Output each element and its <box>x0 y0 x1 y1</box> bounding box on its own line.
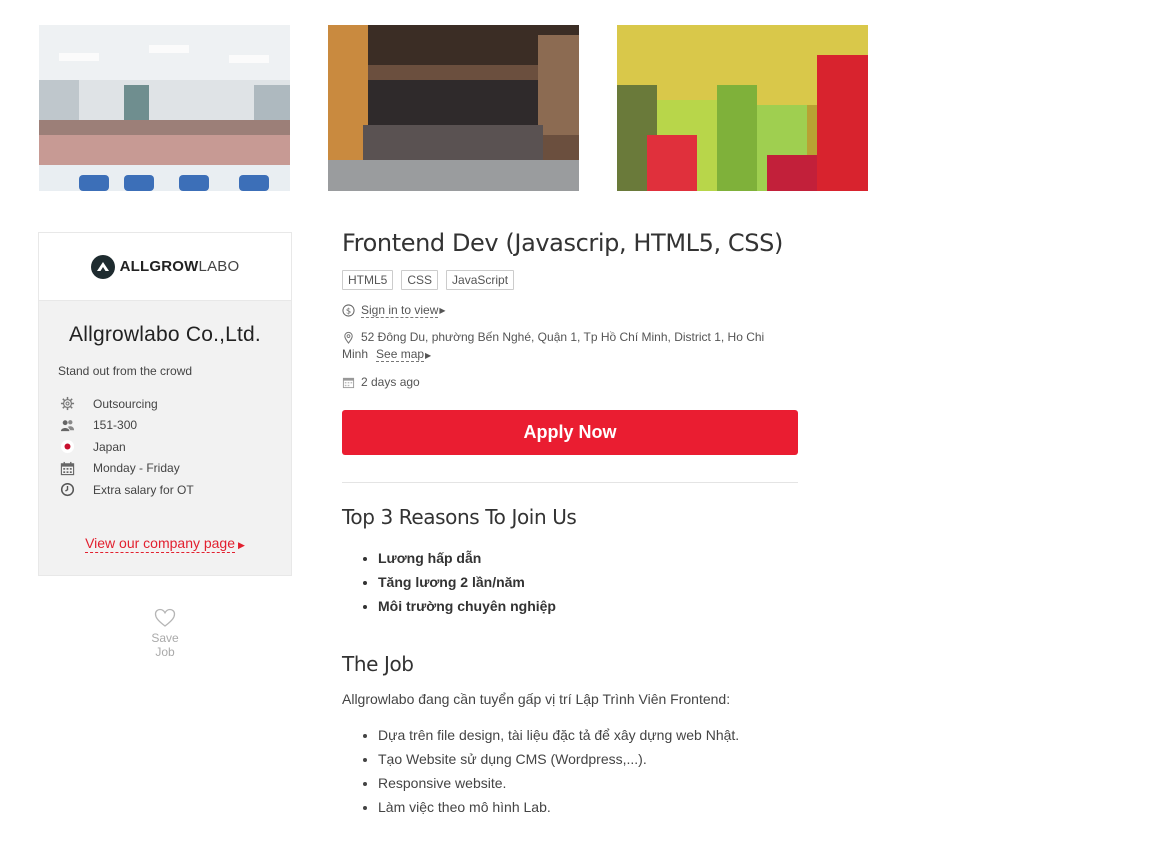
duty-item: Dựa trên file design, tài liệu đặc tả để… <box>378 723 798 747</box>
calendar-icon <box>342 377 355 388</box>
logo-text-main: ALLGROW <box>119 258 199 275</box>
allgrow-logo-icon <box>90 254 115 279</box>
company-photo-1[interactable] <box>39 25 290 191</box>
people-icon <box>59 417 75 433</box>
reason-item: Lương hấp dẫn <box>378 546 798 570</box>
save-job-label: Save Job <box>151 631 179 659</box>
heart-icon <box>154 608 176 627</box>
see-map-link[interactable]: See map <box>376 347 425 362</box>
company-card: ALLGROWLABO Allgrowlabo Co.,Ltd. Stand o… <box>38 232 292 576</box>
company-logo-box[interactable]: ALLGROWLABO <box>39 233 291 301</box>
company-name: Allgrowlabo Co.,Ltd. <box>69 323 261 346</box>
fact-company-type: Outsourcing <box>59 393 291 415</box>
calendar-icon <box>59 460 75 476</box>
tag-javascript[interactable]: JavaScript <box>446 270 515 290</box>
fact-text: Japan <box>93 439 126 454</box>
fact-text: Outsourcing <box>93 396 158 411</box>
company-facts: Outsourcing 151-300 Japan Monday - Frida… <box>59 393 291 501</box>
ao-dai-team-photo <box>617 25 868 191</box>
svg-text:$: $ <box>346 306 351 316</box>
reasons-list: Lương hấp dẫn Tăng lương 2 lần/năm Môi t… <box>378 546 798 618</box>
view-company-page-link[interactable]: View our company page <box>85 534 236 553</box>
fact-company-size: 151-300 <box>59 415 291 437</box>
job-detail: Frontend Dev (Javascrip, HTML5, CSS) HTM… <box>342 228 798 819</box>
address-row: 52 Đông Du, phường Bến Nghé, Quận 1, Tp … <box>342 329 798 364</box>
gear-icon <box>59 396 75 412</box>
fact-text: 151-300 <box>93 418 138 433</box>
map-pin-icon <box>344 332 353 345</box>
company-logo: ALLGROWLABO <box>90 254 240 279</box>
fact-overtime: Extra salary for OT <box>59 479 291 501</box>
salary-row: $ Sign in to view ▶ <box>342 303 798 318</box>
company-tagline: Stand out from the crowd <box>58 364 193 378</box>
the-job-intro: Allgrowlabo đang cần tuyển gấp vị trí Lậ… <box>342 691 731 707</box>
fact-country: Japan <box>59 436 291 458</box>
company-photo-3[interactable] <box>617 25 868 191</box>
fact-working-days: Monday - Friday <box>59 458 291 480</box>
tag-html5[interactable]: HTML5 <box>342 270 394 290</box>
duty-item: Làm việc theo mô hình Lab. <box>378 795 798 819</box>
posted-row: 2 days ago <box>342 375 798 389</box>
apply-now-button[interactable]: Apply Now <box>342 410 798 455</box>
logo-text-sub: LABO <box>198 258 240 275</box>
duties-list: Dựa trên file design, tài liệu đặc tả để… <box>378 723 798 819</box>
tag-css[interactable]: CSS <box>401 270 439 290</box>
reason-item: Tăng lương 2 lần/năm <box>378 570 798 594</box>
duty-item: Responsive website. <box>378 771 798 795</box>
caret-right-icon: ▶ <box>238 539 245 550</box>
company-photo-2[interactable] <box>328 25 579 191</box>
save-job-button[interactable]: Save Job <box>140 608 190 659</box>
the-job-title: The Job <box>342 652 414 676</box>
reasons-title: Top 3 Reasons To Join Us <box>342 505 577 529</box>
sign-in-to-view-salary-link[interactable]: Sign in to view <box>361 303 439 318</box>
reason-item: Môi trường chuyên nghiệp <box>378 594 798 618</box>
dollar-icon: $ <box>342 304 355 317</box>
caret-right-icon: ▶ <box>439 306 446 315</box>
office-team-photo <box>39 25 290 191</box>
fact-text: Monday - Friday <box>93 461 180 476</box>
japan-flag-icon <box>59 439 75 455</box>
divider <box>342 482 798 483</box>
duty-item: Tạo Website sử dụng CMS (Wordpress,...). <box>378 747 798 771</box>
posted-time: 2 days ago <box>361 375 420 389</box>
caret-right-icon: ▶ <box>425 351 432 360</box>
skill-tags: HTML5 CSS JavaScript <box>342 270 798 290</box>
lounge-team-photo <box>328 25 579 191</box>
clock-icon <box>59 482 75 498</box>
job-title: Frontend Dev (Javascrip, HTML5, CSS) <box>342 229 783 257</box>
fact-text: Extra salary for OT <box>93 482 194 497</box>
